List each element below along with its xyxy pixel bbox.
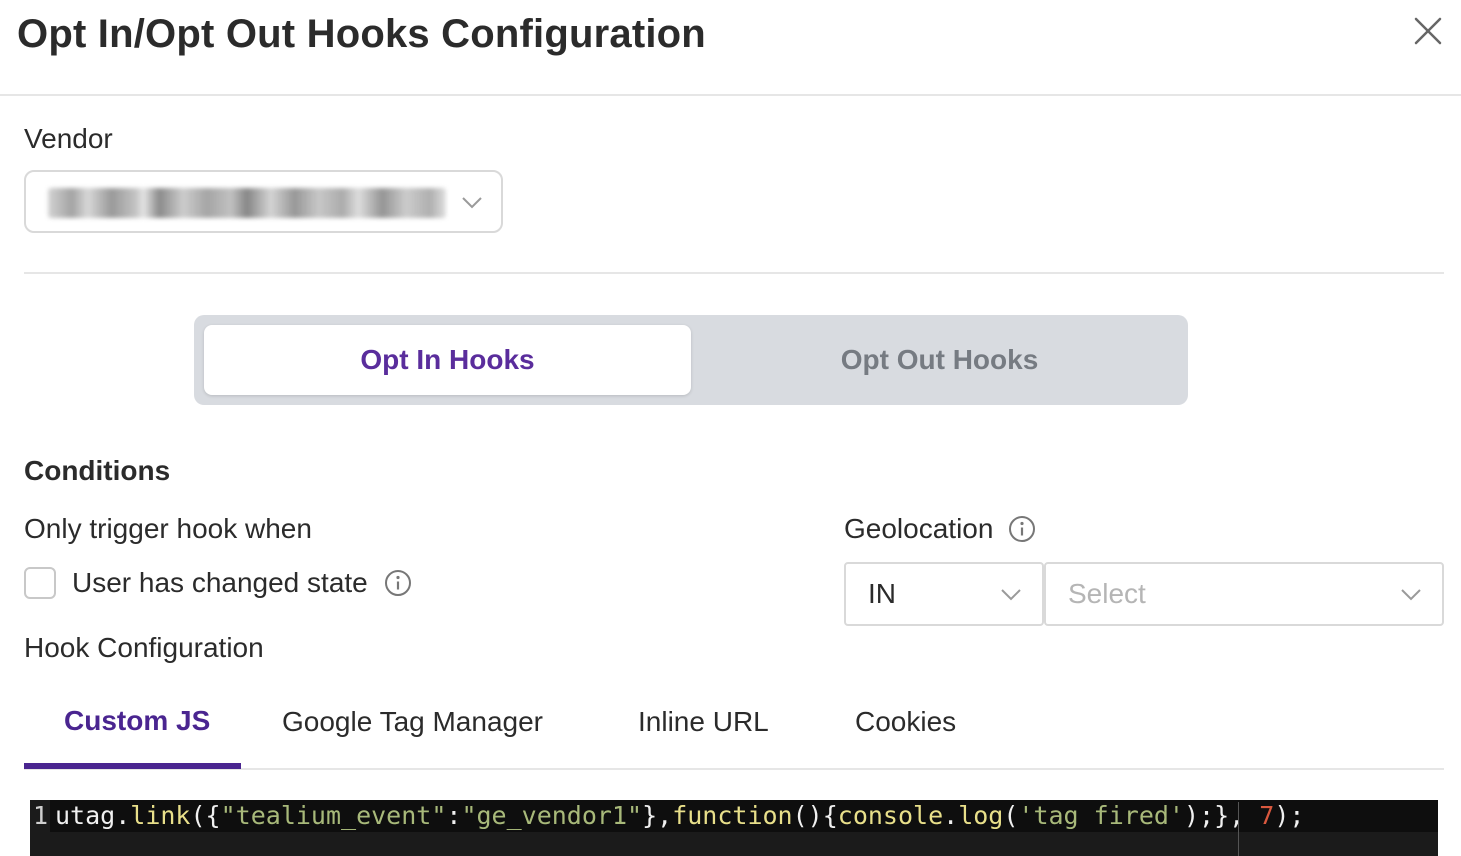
geolocation-region-select[interactable]: Select [1044,562,1444,626]
code-token: "tealium_event" [220,801,447,830]
tab-opt-out-hooks[interactable]: Opt Out Hooks [696,325,1183,395]
chevron-down-icon [1401,589,1421,601]
hook-config-tabs: Custom JS Google Tag Manager Inline URL … [24,690,1444,770]
tab-opt-in-hooks[interactable]: Opt In Hooks [204,325,691,395]
code-token: "ge_vendor1" [461,801,643,830]
info-icon[interactable] [1008,515,1036,543]
hook-configuration-label: Hook Configuration [24,632,264,663]
code-token: }, [642,801,673,830]
dialog-title: Opt In/Opt Out Hooks Configuration [17,12,706,56]
tab-inline-url[interactable]: Inline URL [638,706,769,738]
section-divider [24,272,1444,274]
code-token: 7 [1259,801,1275,830]
code-token: ); [1274,801,1305,830]
close-button[interactable] [1411,14,1445,48]
geolocation-label: Geolocation [844,513,994,544]
chevron-down-icon [462,197,482,209]
code-line[interactable]: utag.link({"tealium_event":"ge_vendor1"}… [55,801,1304,830]
changed-state-checkbox[interactable] [24,567,56,599]
info-icon[interactable] [384,569,412,597]
code-token: . [115,801,131,830]
vendor-select[interactable] [24,170,503,233]
code-token: );}, [1183,801,1260,830]
dialog-header: Opt In/Opt Out Hooks Configuration [0,0,1461,96]
code-token: (){ [792,801,838,830]
chevron-down-icon [1001,589,1021,601]
code-token: console [837,801,944,830]
code-token: utag [55,801,116,830]
code-token: : [446,801,462,830]
code-token: ({ [190,801,221,830]
code-token: link [130,801,191,830]
geolocation-region-placeholder: Select [1068,578,1146,609]
code-token: 'tag fired' [1018,801,1184,830]
code-token: ( [1003,801,1019,830]
code-token: function [672,801,793,830]
hooks-config-dialog: Opt In/Opt Out Hooks Configuration Vendo… [0,0,1461,856]
custom-js-editor[interactable]: 1 utag.link({"tealium_event":"ge_vendor1… [30,800,1438,856]
tab-cookies[interactable]: Cookies [855,706,956,738]
hook-type-toggle: Opt In Hooks Opt Out Hooks [194,315,1188,405]
line-number: 1 [33,801,49,830]
trigger-label: Only trigger hook when [24,513,312,544]
close-icon [1414,17,1442,45]
tab-google-tag-manager[interactable]: Google Tag Manager [282,706,543,738]
geolocation-operator-value: IN [868,578,896,609]
editor-print-margin [1238,802,1239,856]
changed-state-label: User has changed state [72,567,368,598]
tab-custom-js[interactable]: Custom JS [64,705,210,737]
conditions-heading: Conditions [24,455,171,486]
geolocation-operator-select[interactable]: IN [844,562,1044,626]
active-tab-indicator [24,763,241,769]
code-token: log [958,801,1004,830]
vendor-value-obscured [48,188,446,218]
code-token: . [943,801,959,830]
vendor-label: Vendor [24,123,113,154]
